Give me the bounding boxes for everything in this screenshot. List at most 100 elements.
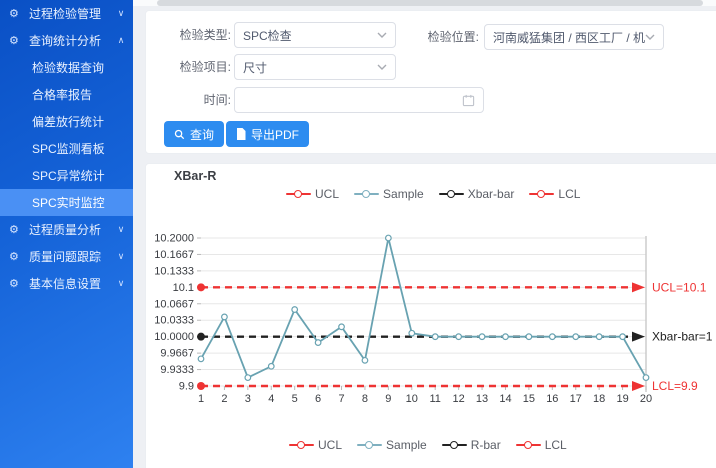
sample-point (198, 356, 204, 362)
sidebar-item-2[interactable]: 检验数据查询 (0, 54, 133, 81)
sample-point (268, 363, 274, 369)
sidebar-item-label: 过程检验管理 (29, 5, 109, 22)
y-tick-label: 9.9333 (160, 364, 194, 376)
query-button-label: 查询 (190, 126, 214, 143)
x-tick-label: 14 (499, 393, 511, 405)
x-tick-label: 17 (570, 393, 582, 405)
x-tick-label: 2 (221, 393, 227, 405)
inspection-location-label: 检验位置: (419, 24, 479, 50)
chevron-down-icon: ∨ (109, 224, 133, 235)
search-icon (174, 129, 185, 140)
sidebar-item-1[interactable]: ⚙查询统计分析∧ (0, 27, 133, 54)
sidebar-item-9[interactable]: ⚙质量问题跟踪∨ (0, 243, 133, 270)
sidebar-item-label: 过程质量分析 (29, 221, 109, 238)
legend-item-r-bar[interactable]: R-bar (442, 438, 501, 452)
sidebar-item-6[interactable]: SPC异常统计 (0, 162, 133, 189)
time-range-input[interactable] (234, 87, 484, 113)
inspection-item-select[interactable]: 尺寸 (234, 54, 396, 80)
y-tick-label: 10.0000 (154, 331, 194, 343)
y-tick-label: 10.2000 (154, 233, 194, 245)
sidebar-item-7[interactable]: SPC实时监控 (0, 189, 133, 216)
legend-label: UCL (318, 438, 342, 452)
chevron-down-icon: ∨ (109, 251, 133, 262)
sample-point (222, 314, 228, 320)
legend-marker-icon (357, 441, 382, 450)
horizontal-scrollbar-thumb[interactable] (157, 0, 703, 6)
sample-point (362, 358, 368, 364)
menu-category-icon: ⚙ (9, 250, 29, 263)
x-tick-label: 12 (453, 393, 465, 405)
legend-label: Sample (386, 438, 427, 452)
sample-point (432, 334, 438, 340)
menu-category-icon: ⚙ (9, 7, 29, 20)
y-tick-label: 9.9667 (160, 348, 194, 360)
y-tick-label: 10.1 (173, 282, 194, 294)
sidebar-item-8[interactable]: ⚙过程质量分析∨ (0, 216, 133, 243)
y-tick-label: 10.0667 (154, 298, 194, 310)
inspection-location-value: 河南威猛集团 / 西区工厂 / 机加 (493, 29, 645, 46)
sample-point (526, 334, 532, 340)
legend-label: R-bar (471, 438, 501, 452)
sidebar-item-4[interactable]: 偏差放行统计 (0, 108, 133, 135)
inspection-location-select[interactable]: 河南威猛集团 / 西区工厂 / 机加 (484, 24, 664, 50)
calendar-icon (462, 94, 475, 107)
ucl-arrow-icon (632, 282, 645, 292)
xbar-bar-start-marker (197, 333, 205, 341)
x-tick-label: 16 (546, 393, 558, 405)
sample-point (620, 334, 626, 340)
inspection-type-label: 检验类型: (146, 22, 231, 48)
sidebar-item-label: 偏差放行统计 (32, 113, 133, 130)
xbar-bar-label: Xbar-bar=1 (652, 330, 713, 344)
x-tick-label: 20 (640, 393, 652, 405)
x-tick-label: 18 (593, 393, 605, 405)
chevron-down-icon: ∨ (109, 278, 133, 289)
top-scrollbar-track (133, 0, 716, 6)
legend-item-lcl[interactable]: LCL (516, 438, 567, 452)
inspection-type-select[interactable]: SPC检查 (234, 22, 396, 48)
legend-item-ucl[interactable]: UCL (289, 438, 342, 452)
sample-point (503, 334, 509, 340)
x-tick-label: 13 (476, 393, 488, 405)
x-tick-label: 8 (362, 393, 368, 405)
sample-point (315, 340, 321, 346)
xbar-chart-panel: XBar-R UCLSampleXbar-barLCL 10.200010.16… (145, 163, 716, 468)
sample-point (292, 307, 298, 313)
chevron-down-icon: ∨ (109, 8, 133, 19)
sidebar-item-label: SPC监测看板 (32, 140, 133, 157)
sample-point (479, 334, 485, 340)
export-pdf-button[interactable]: 导出PDF (226, 121, 309, 147)
legend-item-sample[interactable]: Sample (357, 438, 427, 452)
chevron-down-icon (645, 34, 655, 40)
chevron-down-icon (377, 64, 387, 70)
sidebar-item-label: 合格率报告 (32, 86, 133, 103)
sidebar-item-0[interactable]: ⚙过程检验管理∨ (0, 0, 133, 27)
sample-point (245, 375, 251, 381)
lcl-arrow-icon (632, 381, 645, 391)
sample-point (456, 334, 462, 340)
sidebar-item-10[interactable]: ⚙基本信息设置∨ (0, 270, 133, 297)
export-pdf-button-label: 导出PDF (251, 126, 299, 143)
sidebar-item-label: 查询统计分析 (29, 32, 109, 49)
sidebar-item-3[interactable]: 合格率报告 (0, 81, 133, 108)
sample-point (550, 334, 556, 340)
legend-label: LCL (545, 438, 567, 452)
query-button[interactable]: 查询 (164, 121, 224, 147)
sidebar-item-5[interactable]: SPC监测看板 (0, 135, 133, 162)
legend-marker-icon (442, 441, 467, 450)
chevron-down-icon (377, 32, 387, 38)
x-tick-label: 11 (429, 393, 440, 405)
x-tick-label: 9 (385, 393, 391, 405)
legend-marker-icon (289, 441, 314, 450)
sample-point (643, 375, 649, 381)
chevron-up-icon: ∧ (109, 35, 133, 46)
sidebar-item-label: SPC异常统计 (32, 167, 133, 184)
xbar-chart: 10.200010.166710.133310.110.066710.03331… (146, 164, 716, 468)
sample-point (596, 334, 602, 340)
sidebar-item-label: 基本信息设置 (29, 275, 109, 292)
x-tick-label: 3 (245, 393, 251, 405)
y-tick-label: 10.1333 (154, 265, 194, 277)
y-tick-label: 10.1667 (154, 249, 194, 261)
r-chart-legend: UCL Sample R-bar LCL (289, 438, 567, 452)
x-tick-label: 15 (523, 393, 535, 405)
xbar-bar-arrow-icon (632, 332, 645, 342)
